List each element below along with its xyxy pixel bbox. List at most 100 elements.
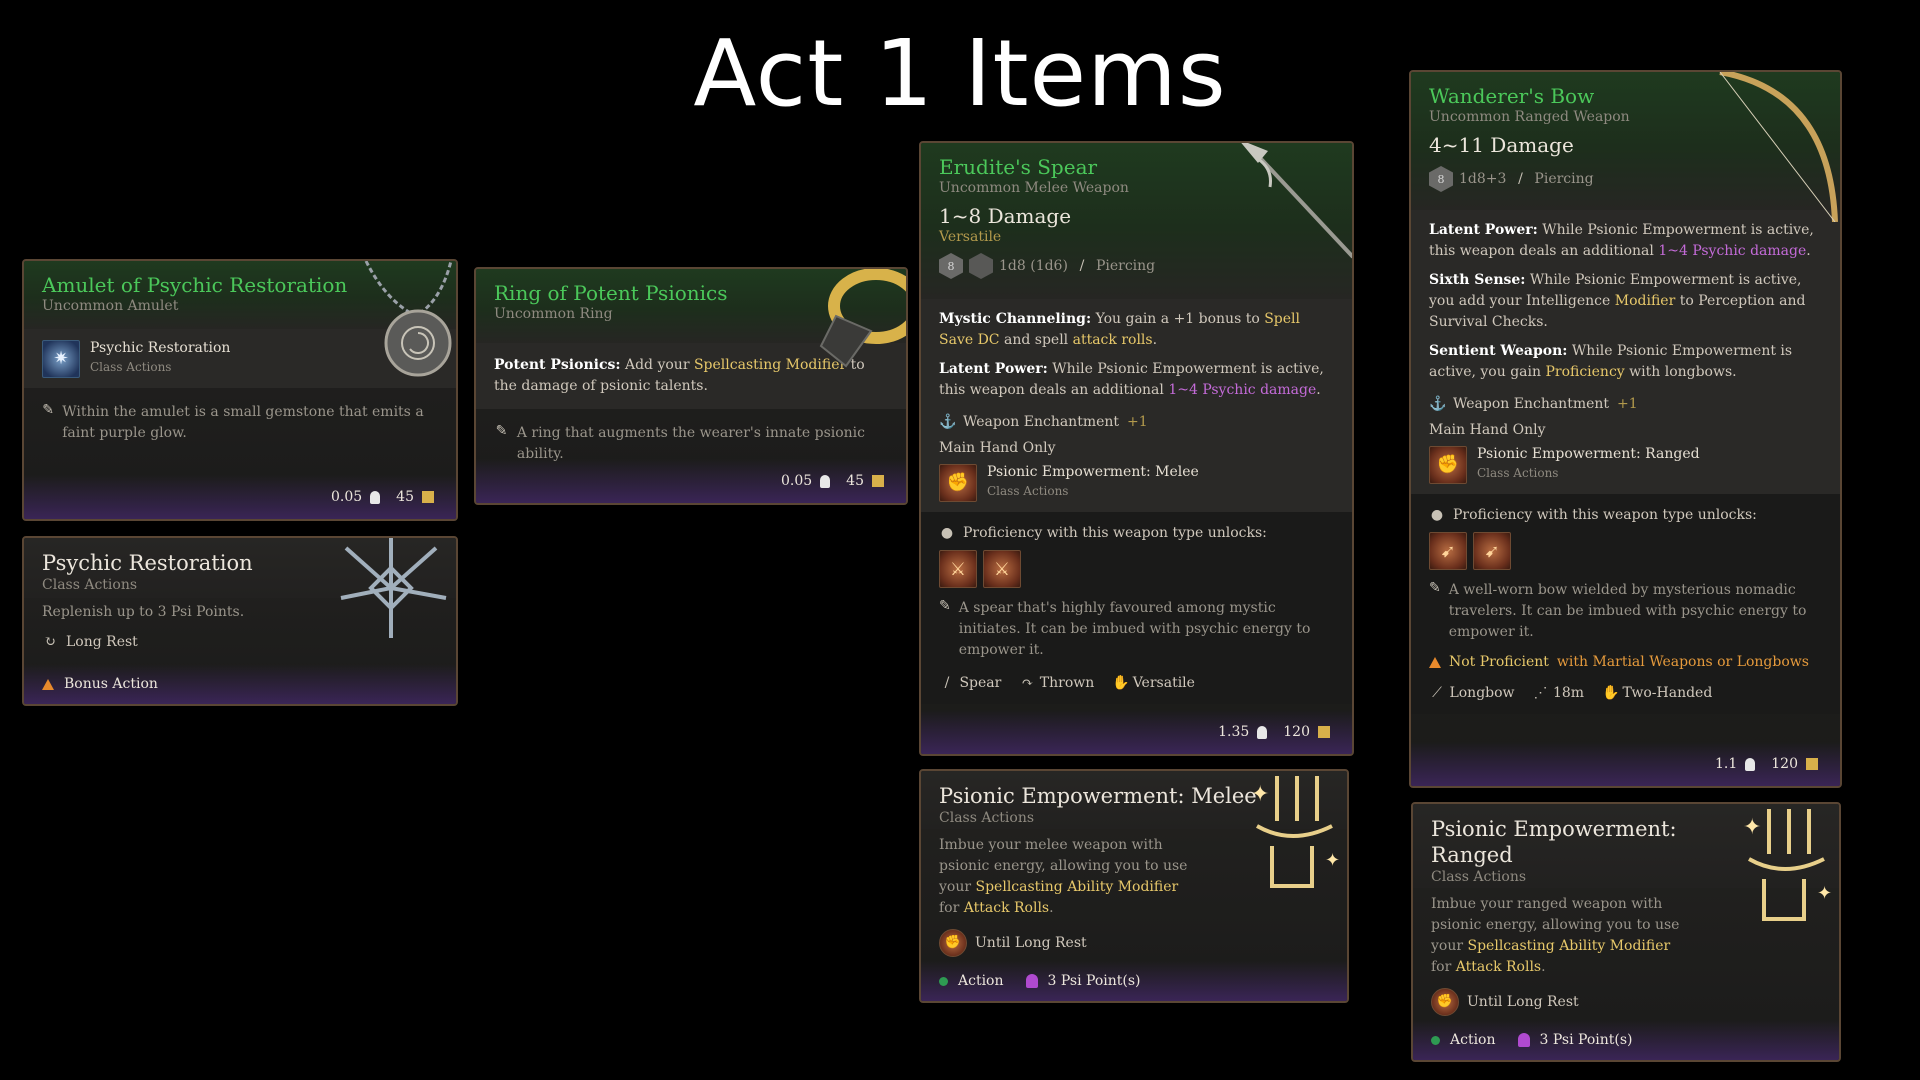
- gold-icon: [872, 475, 884, 487]
- proficiency-icon: ●: [1430, 507, 1444, 523]
- property-text: Add your: [624, 357, 690, 373]
- price-value: 120: [1283, 724, 1310, 740]
- weight-icon: [1257, 725, 1268, 739]
- rest-icon: ↻: [44, 634, 56, 650]
- weight-icon: [1745, 757, 1756, 771]
- spell-text-part: .: [1049, 900, 1054, 916]
- property-text: with longbows.: [1629, 364, 1737, 380]
- ability-name[interactable]: Psionic Empowerment: Ranged: [1477, 445, 1700, 463]
- svg-text:✦: ✦: [1251, 782, 1269, 807]
- ring-tooltip: Ring of Potent Psionics Uncommon Ring Po…: [474, 267, 908, 505]
- quill-icon: ✎: [939, 598, 951, 614]
- psi-point-icon: [1517, 1033, 1530, 1047]
- price-value: 45: [846, 473, 864, 489]
- spell-name: Psionic Empowerment: Ranged: [1431, 817, 1677, 867]
- price-value: 45: [396, 489, 414, 505]
- bow-footer: 1.1 120: [1411, 742, 1840, 786]
- piercing-icon: /: [1079, 258, 1085, 274]
- damage-type: Piercing: [1095, 258, 1156, 274]
- psionic-melee-tooltip: Psionic Empowerment: Melee Class Actions…: [919, 769, 1349, 1003]
- psychic-restoration-icon: ✷: [42, 339, 80, 378]
- attack-rolls-link[interactable]: attack rolls: [1073, 332, 1153, 348]
- ability-type: Class Actions: [987, 484, 1069, 498]
- range-icon: ⋰: [1533, 685, 1548, 701]
- cost-psi: 3 Psi Point(s): [1047, 973, 1141, 989]
- psionic-ranged-footer: Action 3 Psi Point(s): [1413, 1020, 1839, 1060]
- bow-tooltip: Wanderer's Bow Uncommon Ranged Weapon 4~…: [1409, 70, 1842, 788]
- action-icon: [1431, 1035, 1440, 1045]
- spell-text: Imbue your ranged weapon with psionic en…: [1431, 894, 1689, 978]
- ring-icon: [819, 269, 906, 368]
- spell-text-part: .: [1541, 959, 1546, 975]
- weapon-action-icon[interactable]: ⚔: [983, 550, 1021, 588]
- ring-footer: 0.05 45: [476, 459, 906, 503]
- weight-icon: [370, 490, 381, 504]
- amulet-tooltip: Amulet of Psychic Restoration Uncommon A…: [22, 259, 458, 521]
- ability-type: Class Actions: [1477, 466, 1559, 480]
- bow-icon: [1719, 72, 1838, 222]
- spear-header: Erudite's Spear Uncommon Melee Weapon 1~…: [921, 143, 1352, 299]
- enchantment-label: Weapon Enchantment: [1453, 396, 1610, 412]
- proficiency-link[interactable]: Proficiency: [1545, 364, 1624, 380]
- weight-icon: [820, 474, 831, 488]
- duration-label: Until Long Rest: [975, 935, 1087, 951]
- quill-icon: ✎: [42, 402, 54, 418]
- ability-name[interactable]: Psionic Empowerment: Melee: [987, 463, 1199, 481]
- enchantment-value: +1: [1617, 396, 1638, 412]
- attack-rolls-link[interactable]: Attack Rolls: [1456, 959, 1541, 975]
- psionic-ranged-art-icon: ✦ ✦: [1743, 809, 1832, 921]
- psychic-damage-link[interactable]: 1~4 Psychic damage: [1658, 243, 1806, 259]
- weight-value: 0.05: [331, 489, 363, 505]
- bonus-action-icon: [42, 678, 54, 690]
- longbow-icon: ⟋: [1432, 685, 1442, 701]
- proficiency-icon: ●: [940, 525, 954, 541]
- ability-name[interactable]: Psychic Restoration: [90, 339, 230, 357]
- description-text: A spear that's highly favoured among mys…: [958, 600, 1311, 658]
- property-name: Mystic Channeling:: [939, 311, 1092, 327]
- warning-icon: [1429, 656, 1441, 668]
- psychic-damage-link[interactable]: 1~4 Psychic damage: [1168, 382, 1316, 398]
- spellcasting-modifier-link[interactable]: Spellcasting Ability Modifier: [976, 879, 1179, 895]
- damage-type: Piercing: [1534, 171, 1594, 187]
- attack-rolls-link[interactable]: Attack Rolls: [964, 900, 1049, 916]
- duration-icon: ✊: [1431, 988, 1459, 1016]
- bow-header: Wanderer's Bow Uncommon Ranged Weapon 4~…: [1411, 72, 1840, 222]
- latent-power: Latent Power: While Psionic Empowerment …: [1429, 220, 1822, 262]
- tag: 18m: [1552, 685, 1585, 701]
- weapon-action-icon[interactable]: ⚔: [939, 550, 977, 588]
- psionic-melee-footer: Action 3 Psi Point(s): [921, 961, 1347, 1001]
- tag: Two-Handed: [1622, 685, 1713, 701]
- amulet-description: ✎ Within the amulet is a small gemstone t…: [24, 388, 456, 454]
- spellcasting-modifier-link[interactable]: Spellcasting Ability Modifier: [1468, 938, 1671, 954]
- cost-action: Action: [1450, 1032, 1496, 1048]
- modifier-link[interactable]: Modifier: [1615, 293, 1676, 309]
- cost-action: Action: [958, 973, 1004, 989]
- action-icon: [939, 976, 948, 986]
- weight-value: 0.05: [781, 473, 813, 489]
- psionic-melee-art-icon: ✦ ✦: [1251, 776, 1340, 888]
- d6-icon: [969, 253, 993, 279]
- spear-properties: Mystic Channeling: You gain a +1 bonus t…: [921, 299, 1352, 512]
- not-proficient-label: Not Proficient: [1449, 654, 1549, 670]
- psychic-restoration-tooltip: Psychic Restoration Class Actions Replen…: [22, 536, 458, 706]
- property-name: Sentient Weapon:: [1429, 343, 1568, 359]
- amulet-header: Amulet of Psychic Restoration Uncommon A…: [24, 261, 456, 377]
- spell-type: Class Actions: [1431, 869, 1527, 885]
- sentient-weapon: Sentient Weapon: While Psionic Empowerme…: [1429, 341, 1822, 383]
- price-value: 120: [1771, 756, 1798, 772]
- tag: Versatile: [1132, 675, 1195, 691]
- psi-point-icon: [1025, 974, 1038, 988]
- quill-icon: ✎: [1429, 580, 1441, 596]
- gold-icon: [1318, 726, 1330, 738]
- svg-text:✦: ✦: [1817, 883, 1832, 904]
- duration-label: Until Long Rest: [1467, 994, 1579, 1010]
- weapon-action-icon[interactable]: ➹: [1429, 532, 1467, 570]
- property-text: .: [1316, 382, 1321, 398]
- weapon-action-icon[interactable]: ➹: [1473, 532, 1511, 570]
- duration-icon: ✊: [939, 929, 967, 957]
- psychic-restoration-header: Psychic Restoration Class Actions: [24, 538, 456, 638]
- spear-icon: [1241, 143, 1352, 259]
- property-name: Latent Power:: [939, 361, 1048, 377]
- weight-value: 1.1: [1715, 756, 1738, 772]
- gold-icon: [422, 491, 434, 503]
